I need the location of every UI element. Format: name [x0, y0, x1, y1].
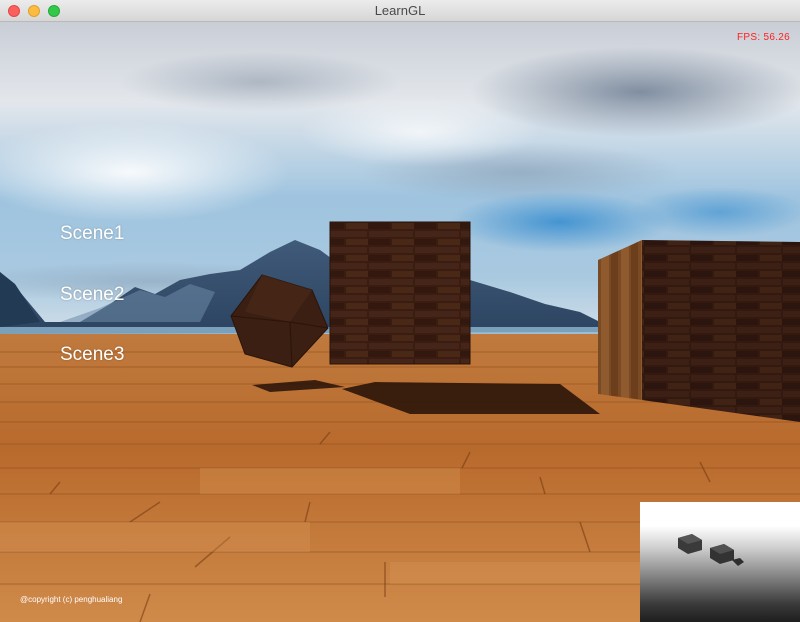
title-bar[interactable]: LearnGL	[0, 0, 800, 22]
copyright-text: @copyright (c) penghualiang	[20, 595, 123, 604]
scene1-button[interactable]: Scene1	[60, 223, 124, 245]
fps-counter: FPS: 56.26	[736, 32, 790, 43]
render-viewport[interactable]: FPS: 56.26 Scene1 Scene2 Scene3 @copyrig…	[0, 22, 800, 622]
shadow-map-image	[678, 534, 744, 566]
scene3-button[interactable]: Scene3	[60, 344, 124, 366]
app-window: LearnGL FPS: 56.26 Scene1 Scene2 Scene3 …	[0, 0, 800, 622]
shadow-map-preview	[640, 502, 800, 622]
window-title: LearnGL	[374, 3, 426, 18]
scene2-button[interactable]: Scene2	[60, 284, 124, 306]
